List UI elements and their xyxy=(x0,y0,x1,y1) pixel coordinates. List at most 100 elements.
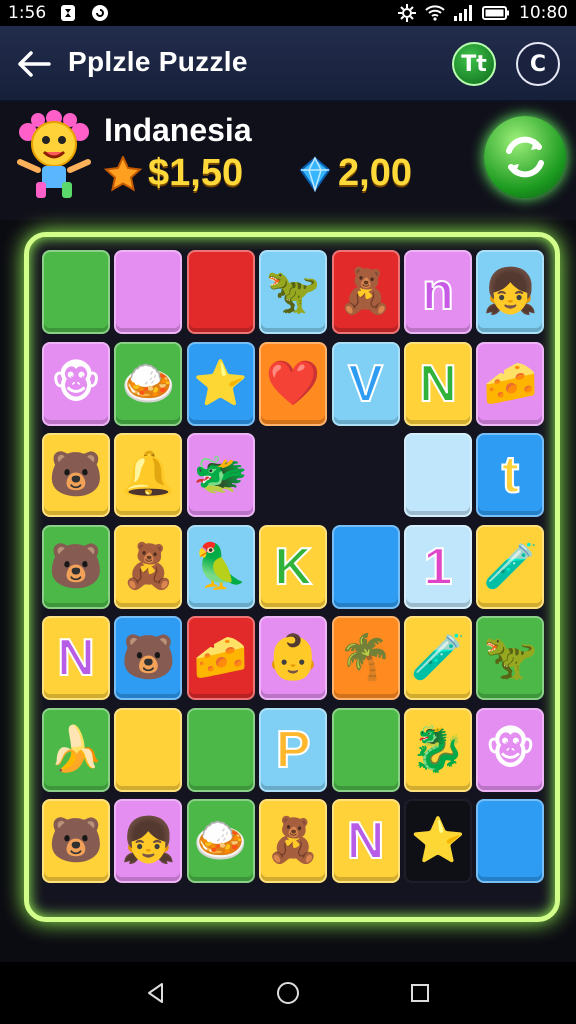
tile-r4-c2[interactable]: 🧸 xyxy=(114,524,183,609)
bottle-icon: 🧪 xyxy=(410,632,466,683)
tile-r5-c2[interactable]: 🐻 xyxy=(114,616,183,700)
star-toy-icon: ⭐ xyxy=(193,357,249,409)
tile-r5-c7[interactable]: 🦖 xyxy=(476,616,545,700)
square-recents-icon xyxy=(411,984,429,1002)
tile-r5-c5[interactable]: 🌴 xyxy=(331,616,400,700)
tile-r3-c7[interactable]: t xyxy=(476,433,545,517)
toy-block-icon: 🧀 xyxy=(482,357,538,409)
tile-letter: n xyxy=(421,262,455,322)
tile-r2-c2[interactable]: 🍛 xyxy=(114,341,183,426)
nav-recents-button[interactable] xyxy=(400,973,440,1013)
bottle-icon: 🧪 xyxy=(482,540,538,592)
tile-r3-c1[interactable]: 🐻 xyxy=(42,433,110,517)
tile-r6-c7[interactable]: 🐵 xyxy=(476,707,545,792)
tile-r7-c7[interactable] xyxy=(476,799,545,883)
tile-r7-c4[interactable]: 🧸 xyxy=(259,799,328,883)
tile-letter: 1 xyxy=(423,537,454,597)
tile-r1-c3[interactable] xyxy=(186,250,255,334)
tile-r4-c1[interactable]: 🐻 xyxy=(42,524,110,609)
tile-r4-c4[interactable]: K xyxy=(259,524,328,609)
tile-r6-c3[interactable] xyxy=(186,707,255,792)
tile-letter: N xyxy=(346,811,386,871)
girl-doll-icon: 👶 xyxy=(265,632,321,683)
dinosaur-icon: 🦖 xyxy=(482,632,538,683)
tile-r5-c4[interactable]: 👶 xyxy=(259,616,328,700)
battery-icon xyxy=(481,3,511,23)
status-bar: 1:56 10:80 xyxy=(0,0,576,26)
tile-letter: N xyxy=(56,628,96,688)
girl-doll-icon: 👧 xyxy=(120,815,176,866)
tile-r3-c3[interactable]: 🐲 xyxy=(186,433,255,517)
monkey-doll-icon: 🐵 xyxy=(484,723,536,775)
tile-r1-c1[interactable] xyxy=(42,250,110,334)
status-clock: 10:80 xyxy=(519,3,568,23)
monkey-doll-icon: 🐵 xyxy=(50,357,102,409)
circle-home-icon xyxy=(277,982,299,1004)
tile-r5-c1[interactable]: N xyxy=(42,616,110,700)
tile-r1-c2[interactable] xyxy=(114,250,183,334)
tile-r5-c6[interactable]: 🧪 xyxy=(404,616,472,700)
bear-icon: 🐻 xyxy=(48,815,104,866)
tile-r1-c6[interactable]: n xyxy=(404,250,472,334)
tile-r6-c2[interactable] xyxy=(114,707,183,792)
tile-r1-c4[interactable]: 🦖 xyxy=(259,250,328,334)
tile-letter: V xyxy=(347,354,384,414)
bird-icon: 🦜 xyxy=(193,540,249,592)
tile-r4-c7[interactable]: 🧪 xyxy=(476,524,545,609)
tile-r1-c5[interactable]: 🧸 xyxy=(331,250,400,334)
girl-doll-icon: 👧 xyxy=(482,266,538,317)
tile-r2-c6[interactable]: N xyxy=(404,341,472,426)
tile-r3-c4 xyxy=(259,433,327,517)
tile-r4-c5[interactable] xyxy=(331,524,400,609)
tile-r4-c6[interactable]: 1 xyxy=(404,524,472,609)
mascot-icon xyxy=(14,110,94,200)
tile-r2-c5[interactable]: V xyxy=(331,341,400,426)
star-icon: ⭐ xyxy=(410,815,466,866)
app-status-icon xyxy=(90,3,110,23)
notification-icon xyxy=(58,3,78,23)
puzzle-board: 🦖 🧸 n 👧 🐵 🍛 ⭐ ❤️ V N 🧀 🐻 🔔 🐲 t 🐻 🧸 🦜 K 1 🧪 N 🐻 🧀 👶 🌴 🧪 🦖 🍌 P 🐉 🐵 🐻 👧 🍛 🧸 N ⭐ xyxy=(24,232,560,922)
nav-home-button[interactable] xyxy=(268,973,308,1013)
heart-icon: ❤️ xyxy=(265,357,321,409)
tile-r7-c6[interactable]: ⭐ xyxy=(404,799,472,883)
tile-r5-c3[interactable]: 🧀 xyxy=(186,616,255,700)
status-time: 1:56 xyxy=(8,3,47,23)
settings-gear-icon xyxy=(397,3,417,23)
tile-r7-c5[interactable]: N xyxy=(331,799,400,883)
tile-r1-c7[interactable]: 👧 xyxy=(476,250,545,334)
gems-counter: 2,00 xyxy=(298,152,412,195)
tile-r7-c2[interactable]: 👧 xyxy=(114,799,183,883)
tile-r7-c1[interactable]: 🐻 xyxy=(42,799,110,883)
app-title: Pplzle Puzzle xyxy=(68,46,248,77)
c-button[interactable]: C xyxy=(516,42,560,86)
dinosaur-icon: 🦖 xyxy=(265,266,321,317)
signal-icon xyxy=(453,3,473,23)
tile-r6-c5[interactable] xyxy=(331,707,400,792)
food-bowl-icon: 🍛 xyxy=(120,357,176,409)
tile-r7-c3[interactable]: 🍛 xyxy=(186,799,255,883)
tile-r3-c6[interactable] xyxy=(404,433,472,517)
tile-letter: P xyxy=(275,720,312,780)
status-right: 10:80 xyxy=(397,3,568,23)
tile-letter: N xyxy=(418,354,458,414)
text-size-button[interactable]: Tt xyxy=(452,42,496,86)
tile-r4-c3[interactable]: 🦜 xyxy=(186,524,255,609)
tile-r6-c6[interactable]: 🐉 xyxy=(404,707,472,792)
bear-icon: 🐻 xyxy=(48,449,104,500)
tile-r2-c7[interactable]: 🧀 xyxy=(476,341,545,426)
tile-r2-c1[interactable]: 🐵 xyxy=(42,341,110,426)
tile-r2-c3[interactable]: ⭐ xyxy=(186,341,255,426)
nav-back-button[interactable] xyxy=(136,973,176,1013)
tile-r2-c4[interactable]: ❤️ xyxy=(259,341,328,426)
tile-r3-c2[interactable]: 🔔 xyxy=(114,433,183,517)
gems-value: 2,00 xyxy=(338,152,412,194)
status-left: 1:56 xyxy=(8,3,110,23)
refresh-button[interactable] xyxy=(484,116,566,198)
tile-r6-c1[interactable]: 🍌 xyxy=(42,707,110,792)
back-button[interactable] xyxy=(14,46,54,82)
bear-icon: 🐻 xyxy=(48,540,104,592)
tile-r6-c4[interactable]: P xyxy=(259,707,328,792)
gem-icon xyxy=(299,155,331,192)
cat-toy-icon: 🧸 xyxy=(338,266,393,317)
level-name: Indanesia xyxy=(104,112,252,148)
